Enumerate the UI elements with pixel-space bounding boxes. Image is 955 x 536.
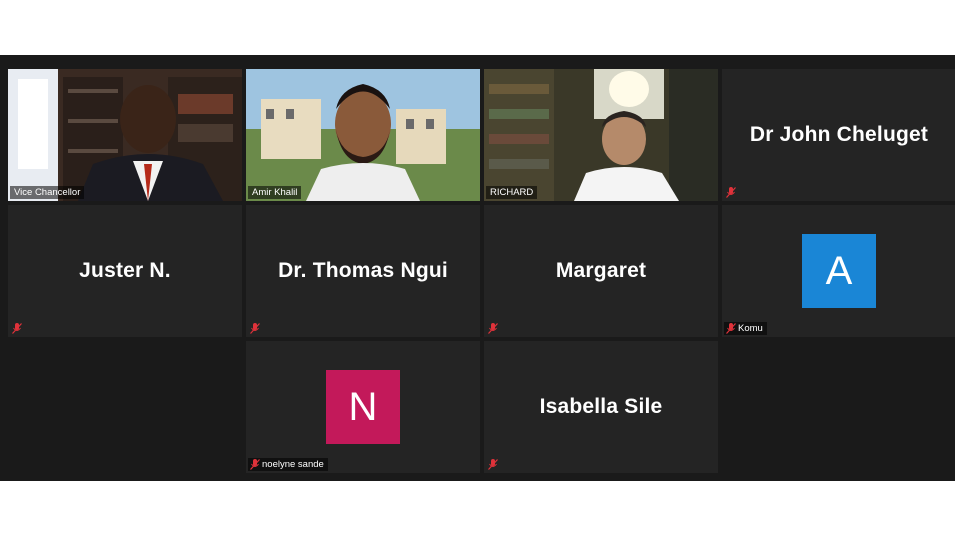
participant-name-label: Amir Khalil bbox=[248, 186, 302, 199]
participant-video bbox=[8, 69, 242, 201]
participant-video bbox=[484, 69, 718, 201]
participant-display-name: Margaret bbox=[555, 259, 647, 282]
participant-display-name: Juster N. bbox=[79, 259, 171, 282]
participant-tile-komu[interactable]: A Komu bbox=[722, 205, 955, 337]
video-gallery: Vice Chancellor Amir Khalil RICHARD Dr J… bbox=[0, 55, 955, 481]
mic-muted-icon bbox=[248, 322, 262, 335]
participant-name-label: Vice Chancellor bbox=[10, 186, 85, 199]
participant-tile-richard[interactable]: RICHARD bbox=[484, 69, 718, 201]
participant-status bbox=[724, 186, 742, 199]
participant-name-label: RICHARD bbox=[486, 186, 538, 199]
mic-muted-icon bbox=[248, 458, 262, 471]
participant-avatar: N bbox=[326, 370, 400, 444]
participant-status bbox=[248, 322, 266, 335]
participant-tile-dr-thomas-ngui[interactable]: Dr. Thomas Ngui bbox=[246, 205, 480, 337]
mic-muted-icon bbox=[486, 322, 500, 335]
participant-tile-amir-khalil[interactable]: Amir Khalil bbox=[246, 69, 480, 201]
participant-tile-margaret[interactable]: Margaret bbox=[484, 205, 718, 337]
participant-display-name: Isabella Sile bbox=[539, 395, 663, 418]
participant-tile-dr-john-cheluget[interactable]: Dr John Cheluget bbox=[722, 69, 955, 201]
mic-muted-icon bbox=[10, 322, 24, 335]
participant-status bbox=[10, 322, 28, 335]
participant-display-name: Dr John Cheluget bbox=[749, 123, 929, 146]
mic-muted-icon bbox=[724, 322, 738, 335]
participant-status bbox=[486, 322, 504, 335]
participant-display-name: Dr. Thomas Ngui bbox=[278, 259, 448, 282]
participant-tile-isabella-sile[interactable]: Isabella Sile bbox=[484, 341, 718, 473]
participant-tile-noelyne-sande[interactable]: N noelyne sande bbox=[246, 341, 480, 473]
participant-name-label: Komu bbox=[738, 323, 763, 334]
participant-status bbox=[486, 458, 504, 471]
participant-video bbox=[246, 69, 480, 201]
participant-name-label-container: noelyne sande bbox=[248, 458, 328, 471]
participant-name-label-container: Komu bbox=[724, 322, 767, 335]
mic-muted-icon bbox=[724, 186, 738, 199]
mic-muted-icon bbox=[486, 458, 500, 471]
participant-tile-juster-n[interactable]: Juster N. bbox=[8, 205, 242, 337]
participant-name-label: noelyne sande bbox=[262, 459, 324, 470]
participant-avatar: A bbox=[802, 234, 876, 308]
participant-tile-vice-chancellor[interactable]: Vice Chancellor bbox=[8, 69, 242, 201]
